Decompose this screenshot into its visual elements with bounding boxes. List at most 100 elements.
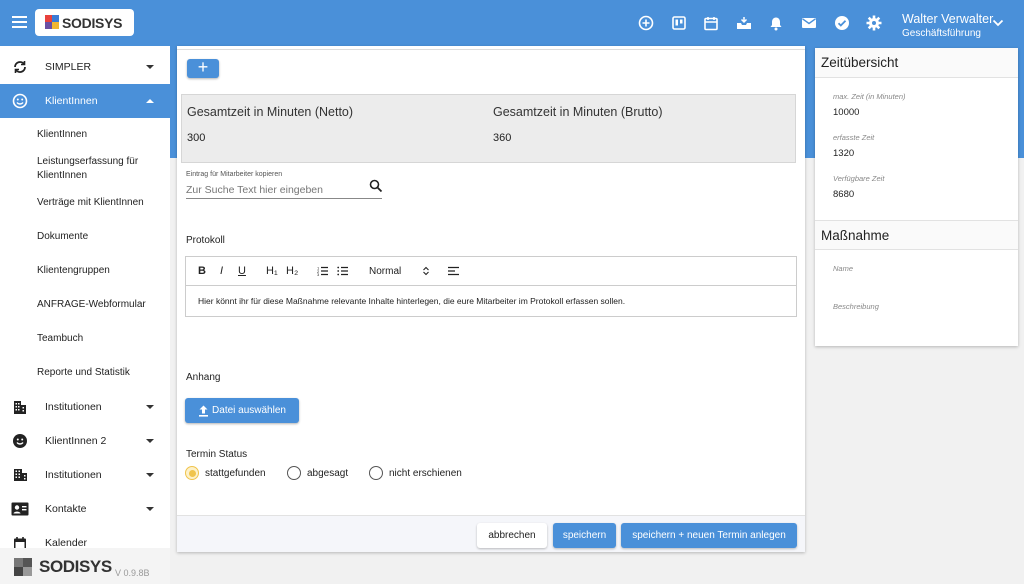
building-icon: [11, 398, 29, 416]
caret-down-icon: [146, 405, 154, 409]
radio-nicht-erschienen[interactable]: nicht erschienen: [369, 466, 462, 480]
version-label: V 0.9.8B: [115, 568, 150, 578]
sidebar-item-label: Kontakte: [45, 503, 87, 515]
add-button[interactable]: +: [187, 58, 219, 78]
overview-panel: Zeitübersicht max. Zeit (in Minuten) 100…: [815, 48, 1018, 346]
caret-down-icon: [146, 65, 154, 69]
bullet-list-icon[interactable]: [337, 266, 348, 276]
radio-dot: [287, 466, 301, 480]
sidebar-item-institutionen[interactable]: Institutionen: [0, 390, 170, 424]
heading2-button[interactable]: H₂: [286, 265, 298, 277]
save-new-appointment-button[interactable]: speichern + neuen Termin anlegen: [621, 523, 797, 548]
rich-text-editor: B I U H₁ H₂ 123 Normal Hier könnt ihr fü…: [185, 256, 797, 317]
brutto-value: 360: [493, 132, 512, 144]
sidebar-item-simpler[interactable]: SIMPLER: [0, 50, 170, 84]
upload-label: Datei auswählen: [212, 405, 286, 416]
bell-icon[interactable]: [767, 14, 785, 32]
employee-search-input[interactable]: [186, 181, 382, 199]
sidebar-item-klientinnen-2[interactable]: KlientInnen 2: [0, 424, 170, 458]
caret-down-icon: [146, 473, 154, 477]
mail-icon[interactable]: [800, 14, 818, 32]
smiley-icon: [11, 92, 29, 110]
radio-stattgefunden[interactable]: stattgefunden: [185, 466, 266, 480]
check-circle-icon[interactable]: [833, 14, 851, 32]
logo-cube-icon: [14, 558, 32, 576]
svg-text:3: 3: [317, 272, 320, 276]
time-overview-title: Zeitübersicht: [815, 48, 1018, 78]
save-button[interactable]: speichern: [553, 523, 616, 548]
buildings-icon: [11, 466, 29, 484]
measure-title: Maßnahme: [815, 220, 1018, 250]
face-icon: [11, 432, 29, 450]
user-name: Walter Verwalter: [902, 12, 994, 26]
radio-label: stattgefunden: [205, 467, 266, 479]
upload-icon: [199, 405, 209, 417]
netto-value: 300: [187, 132, 206, 144]
termin-status-label: Termin Status: [186, 449, 248, 460]
sidebar-item-kontakte[interactable]: Kontakte: [0, 492, 170, 526]
upload-file-button[interactable]: Datei auswählen: [185, 398, 299, 423]
radio-dot: [185, 466, 199, 480]
measure-description-label: Beschreibung: [833, 302, 879, 311]
sidebar-subitem-dokumente[interactable]: Dokumente: [0, 220, 170, 254]
select-arrows-icon[interactable]: [423, 266, 429, 276]
radio-label: abgesagt: [307, 467, 349, 479]
radio-dot: [369, 466, 383, 480]
user-menu[interactable]: Walter Verwalter Geschäftsführung: [902, 12, 993, 39]
underline-button[interactable]: U: [238, 265, 246, 277]
recorded-time-value: 1320: [833, 148, 855, 159]
sidebar-footer: SODISYS V 0.9.8B: [0, 548, 170, 584]
menu-icon[interactable]: [12, 16, 27, 28]
logo-cube-icon: [45, 15, 59, 30]
caret-down-icon: [146, 439, 154, 443]
card-divider: [177, 46, 805, 50]
chevron-down-icon[interactable]: [992, 19, 1004, 27]
heading1-button[interactable]: H₁: [266, 265, 278, 277]
protokoll-label: Protokoll: [186, 235, 225, 246]
format-select[interactable]: Normal: [369, 266, 401, 277]
ordered-list-icon[interactable]: 123: [317, 266, 328, 276]
max-time-value: 10000: [833, 107, 860, 118]
search-icon[interactable]: [369, 179, 383, 193]
recorded-time-label: erfasste Zeit: [833, 133, 875, 142]
measure-name-label: Name: [833, 264, 854, 273]
sidebar-subitem-vertraege[interactable]: Verträge mit KlientInnen: [0, 186, 170, 220]
italic-button[interactable]: I: [220, 265, 223, 277]
plus-circle-icon[interactable]: [637, 14, 655, 32]
sidebar-item-label: SIMPLER: [45, 61, 92, 73]
editor-content[interactable]: Hier könnt ihr für diese Maßnahme releva…: [198, 296, 625, 306]
sidebar-subitem-teambuch[interactable]: Teambuch: [0, 322, 170, 356]
copy-entry-label: Eintrag für Mitarbeiter kopieren: [186, 171, 283, 178]
caret-up-icon: [146, 99, 154, 103]
available-time-value: 8680: [833, 189, 855, 200]
sidebar-subitem-anfrage-webformular[interactable]: ANFRAGE-Webformular: [0, 288, 170, 322]
sidebar-subitem-klientinnen[interactable]: KlientInnen: [0, 118, 170, 152]
sidebar-subitem-reporte[interactable]: Reporte und Statistik: [0, 356, 170, 390]
sidebar-item-klientinnen[interactable]: KlientInnen: [0, 84, 170, 118]
cancel-button[interactable]: abbrechen: [477, 523, 547, 548]
calendar-icon[interactable]: [702, 14, 720, 32]
sidebar-subitem-klientengruppen[interactable]: Klientengruppen: [0, 254, 170, 288]
align-icon[interactable]: [448, 266, 459, 276]
app-logo[interactable]: SODISYS: [35, 9, 134, 36]
gear-icon[interactable]: [865, 14, 883, 32]
footer-logo-text: SODISYS: [39, 557, 112, 576]
max-time-label: max. Zeit (in Minuten): [833, 92, 906, 101]
appointment-form-card: + Gesamtzeit in Minuten (Netto) 300 Gesa…: [177, 46, 805, 552]
inbox-icon[interactable]: [735, 14, 753, 32]
brutto-label: Gesamtzeit in Minuten (Brutto): [493, 105, 663, 119]
form-footer: abbrechen speichern speichern + neuen Te…: [177, 515, 805, 552]
user-role: Geschäftsführung: [902, 28, 981, 39]
available-time-label: Verfügbare Zeit: [833, 174, 885, 183]
board-icon[interactable]: [670, 14, 688, 32]
sidebar-subitem-leistungserfassung[interactable]: Leistungserfassung für KlientInnen: [0, 152, 170, 186]
contacts-icon: [11, 500, 29, 518]
editor-toolbar: B I U H₁ H₂ 123 Normal: [186, 257, 796, 286]
sidebar: SIMPLER KlientInnen KlientInnen Leistung…: [0, 46, 170, 584]
radio-abgesagt[interactable]: abgesagt: [287, 466, 348, 480]
top-bar: SODISYS Walter Verwalter Geschäftsführun…: [0, 0, 1024, 46]
bold-button[interactable]: B: [198, 265, 206, 277]
sidebar-item-institutionen-2[interactable]: Institutionen: [0, 458, 170, 492]
logo-text: SODISYS: [62, 14, 123, 31]
time-summary-box: Gesamtzeit in Minuten (Netto) 300 Gesamt…: [181, 94, 796, 163]
